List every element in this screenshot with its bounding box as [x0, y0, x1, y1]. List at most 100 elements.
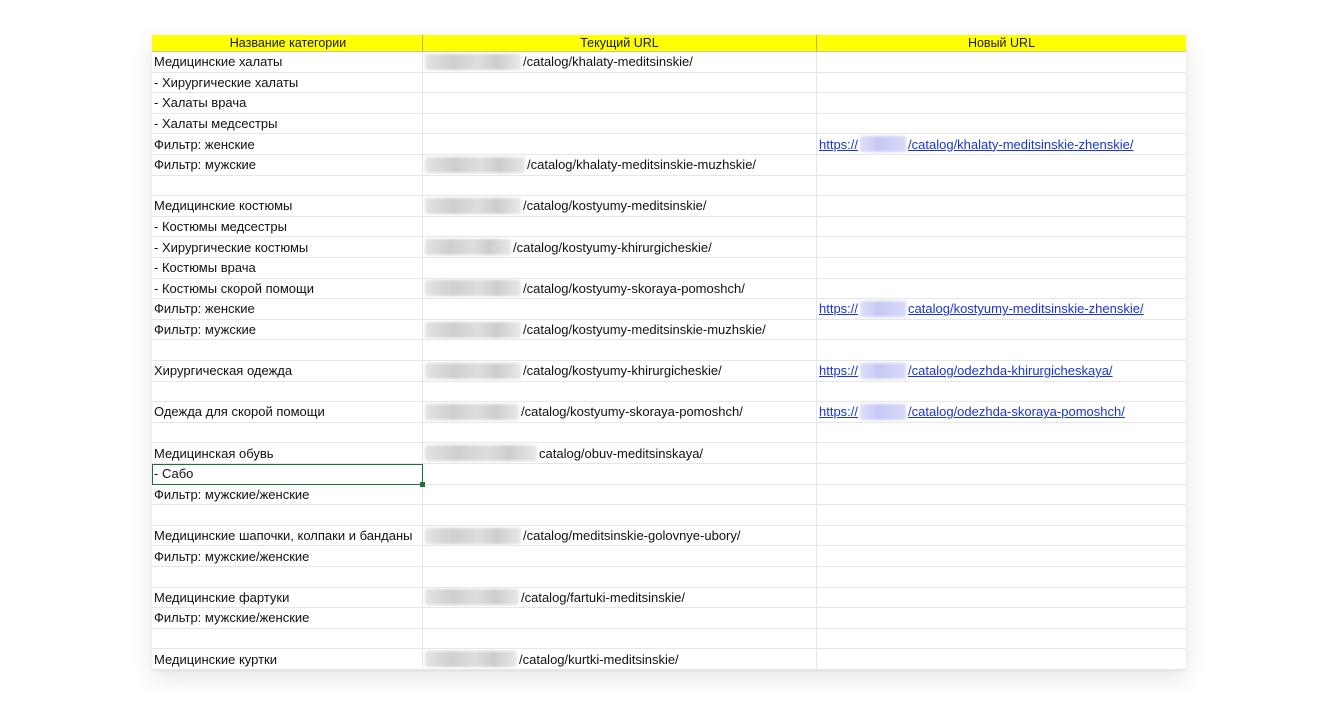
- current-url-cell[interactable]: [423, 608, 817, 628]
- new-url-cell[interactable]: https:// /catalog/odezhda-khirurgicheskay…: [817, 361, 1186, 381]
- category-name-cell[interactable]: Медицинская обувь: [152, 443, 423, 463]
- category-name-cell[interactable]: [152, 628, 423, 649]
- current-url-cell[interactable]: [423, 546, 817, 566]
- current-url-cell[interactable]: [423, 93, 817, 113]
- new-url-cell[interactable]: [817, 217, 1186, 237]
- new-url-cell[interactable]: [817, 505, 1186, 525]
- new-url-cell[interactable]: [817, 176, 1186, 196]
- new-url-cell[interactable]: [817, 526, 1186, 546]
- new-url-cell[interactable]: [817, 73, 1186, 93]
- new-url-cell[interactable]: [817, 155, 1186, 175]
- category-name-cell[interactable]: [152, 340, 423, 360]
- category-name-cell[interactable]: - Костюмы врача: [152, 258, 423, 278]
- new-url-prefix: https://: [819, 136, 859, 152]
- new-url-cell[interactable]: https:// catalog/kostyumy-meditsinskie-zh…: [817, 299, 1186, 319]
- new-url-link[interactable]: https:// /catalog/odezhda-skoraya-pomoshc…: [817, 403, 1125, 420]
- current-url-cell[interactable]: /catalog/khalaty-meditsinskie/: [423, 52, 817, 72]
- current-url-cell[interactable]: /catalog/khalaty-meditsinskie-muzhskie/: [423, 155, 817, 175]
- category-name-cell[interactable]: [152, 422, 423, 443]
- category-name-cell[interactable]: Медицинские шапочки, колпаки и банданы: [152, 525, 423, 546]
- new-url-cell[interactable]: [817, 340, 1186, 360]
- new-url-link[interactable]: https:// catalog/kostyumy-meditsinskie-zh…: [817, 300, 1144, 317]
- new-url-cell[interactable]: [817, 196, 1186, 216]
- current-url-cell[interactable]: [423, 113, 817, 134]
- current-url-cell[interactable]: [423, 134, 817, 154]
- category-name-cell[interactable]: Фильтр: мужские/женские: [152, 484, 423, 505]
- category-name-cell[interactable]: - Хирургические костюмы: [152, 237, 423, 257]
- new-url-cell[interactable]: [817, 485, 1186, 505]
- current-url-cell[interactable]: /catalog/kostyumy-skoraya-pomoshch/: [423, 278, 817, 299]
- category-name-cell[interactable]: Фильтр: мужские: [152, 319, 423, 340]
- new-url-cell[interactable]: https:// /catalog/odezhda-skoraya-pomoshc…: [817, 402, 1186, 422]
- new-url-cell[interactable]: [817, 114, 1186, 134]
- current-url-cell[interactable]: /catalog/kostyumy-meditsinskie/: [423, 196, 817, 216]
- category-name-cell[interactable]: [152, 175, 423, 196]
- header-current-url[interactable]: Текущий URL: [423, 35, 817, 51]
- category-name-cell[interactable]: Фильтр: женские: [152, 299, 423, 319]
- category-name-cell[interactable]: Медицинские куртки: [152, 649, 423, 669]
- current-url-cell[interactable]: [423, 299, 817, 319]
- new-url-cell[interactable]: [817, 588, 1186, 608]
- current-url-cell[interactable]: [423, 628, 817, 649]
- header-row: Название категории Текущий URL Новый URL: [152, 35, 1186, 52]
- new-url-cell[interactable]: [817, 93, 1186, 113]
- current-url-cell[interactable]: /catalog/kostyumy-meditsinskie-muzhskie/: [423, 319, 817, 340]
- category-name-cell[interactable]: - Хирургические халаты: [152, 72, 423, 93]
- current-url-cell[interactable]: /catalog/kostyumy-skoraya-pomoshch/: [423, 402, 817, 422]
- category-name-cell[interactable]: Фильтр: мужские/женские: [152, 546, 423, 566]
- new-url-link[interactable]: https:// /catalog/khalaty-meditsinskie-zh…: [817, 136, 1133, 153]
- category-name-cell[interactable]: - Костюмы скорой помощи: [152, 278, 423, 299]
- new-url-cell[interactable]: [817, 382, 1186, 402]
- new-url-cell[interactable]: [817, 608, 1186, 628]
- new-url-cell[interactable]: [817, 52, 1186, 72]
- new-url-cell[interactable]: [817, 443, 1186, 463]
- category-name-cell[interactable]: Хирургическая одежда: [152, 361, 423, 381]
- new-url-cell[interactable]: [817, 423, 1186, 443]
- category-name-cell[interactable]: - Халаты медсестры: [152, 113, 423, 134]
- current-url-cell[interactable]: /catalog/kurtki-meditsinskie/: [423, 649, 817, 669]
- current-url-cell[interactable]: [423, 216, 817, 237]
- category-name-cell[interactable]: Фильтр: мужские/женские: [152, 608, 423, 628]
- category-name-cell[interactable]: - Костюмы медсестры: [152, 216, 423, 237]
- new-url-cell[interactable]: https:// /catalog/khalaty-meditsinskie-zh…: [817, 134, 1186, 154]
- category-name-cell[interactable]: - Сабо: [152, 464, 423, 484]
- current-url-cell[interactable]: /catalog/fartuki-meditsinskie/: [423, 587, 817, 608]
- current-url-cell[interactable]: [423, 505, 817, 525]
- category-name-cell[interactable]: [152, 381, 423, 402]
- current-url-cell[interactable]: [423, 464, 817, 484]
- current-url-cell[interactable]: /catalog/kostyumy-khirurgicheskie/: [423, 237, 817, 257]
- category-name-cell[interactable]: Медицинские халаты: [152, 52, 423, 72]
- category-name-cell[interactable]: Одежда для скорой помощи: [152, 402, 423, 422]
- current-url-cell[interactable]: [423, 567, 817, 587]
- current-url-cell[interactable]: [423, 72, 817, 93]
- new-url-cell[interactable]: [817, 320, 1186, 340]
- new-url-cell[interactable]: [817, 237, 1186, 257]
- current-url-cell[interactable]: [423, 484, 817, 505]
- current-url-cell[interactable]: [423, 381, 817, 402]
- new-url-cell[interactable]: [817, 546, 1186, 566]
- current-url-cell[interactable]: catalog/obuv-meditsinskaya/: [423, 443, 817, 463]
- current-url-cell[interactable]: /catalog/meditsinskie-golovnye-ubory/: [423, 525, 817, 546]
- header-category-name[interactable]: Название категории: [152, 35, 423, 51]
- category-name-cell[interactable]: [152, 567, 423, 587]
- redacted-domain: [425, 53, 521, 70]
- category-name-cell[interactable]: Фильтр: мужские: [152, 155, 423, 175]
- current-url-cell[interactable]: [423, 258, 817, 278]
- current-url-cell[interactable]: [423, 340, 817, 360]
- new-url-cell[interactable]: [817, 567, 1186, 587]
- current-url-cell[interactable]: [423, 422, 817, 443]
- current-url-cell[interactable]: /catalog/kostyumy-khirurgicheskie/: [423, 361, 817, 381]
- new-url-cell[interactable]: [817, 629, 1186, 649]
- category-name-cell[interactable]: [152, 505, 423, 525]
- header-new-url[interactable]: Новый URL: [817, 35, 1186, 51]
- current-url-cell[interactable]: [423, 175, 817, 196]
- new-url-link[interactable]: https:// /catalog/odezhda-khirurgicheskay…: [817, 362, 1113, 379]
- new-url-cell[interactable]: [817, 464, 1186, 484]
- new-url-cell[interactable]: [817, 649, 1186, 669]
- new-url-cell[interactable]: [817, 258, 1186, 278]
- new-url-cell[interactable]: [817, 279, 1186, 299]
- category-name-cell[interactable]: Медицинские костюмы: [152, 196, 423, 216]
- category-name-cell[interactable]: - Халаты врача: [152, 93, 423, 113]
- category-name-cell[interactable]: Фильтр: женские: [152, 134, 423, 154]
- category-name-cell[interactable]: Медицинские фартуки: [152, 587, 423, 608]
